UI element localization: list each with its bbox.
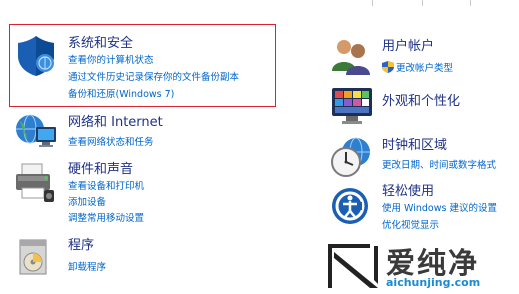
uac-shield-icon [382,61,394,73]
category-title-hardware[interactable]: 硬件和声音 [68,162,133,178]
category-title-system[interactable]: 系统和安全 [68,36,133,52]
category-title-network[interactable]: 网络和 Internet [68,115,163,131]
users-icon [332,40,370,75]
link-devices-printers[interactable]: 查看设备和打印机 [68,180,144,193]
link-network-status[interactable]: 查看网络状态和任务 [68,136,154,149]
link-change-account-type-label: 更改帐户类型 [396,63,454,74]
link-windows-recommended[interactable]: 使用 Windows 建议的设置 [382,202,497,215]
category-title-programs[interactable]: 程序 [68,238,94,254]
category-title-ease[interactable]: 轻松使用 [382,184,434,200]
link-mobility-settings[interactable]: 调整常用移动设置 [68,212,144,225]
top-divider-bar [372,0,519,6]
clock-globe-icon [331,137,370,177]
link-backup-restore[interactable]: 备份和还原(Windows 7) [68,88,174,101]
link-file-history-backup[interactable]: 通过文件历史记录保存你的文件备份副本 [68,71,239,84]
link-view-computer-status[interactable]: 查看你的计算机状态 [68,54,154,67]
category-title-appearance[interactable]: 外观和个性化 [382,94,460,110]
link-optimize-display[interactable]: 优化视觉显示 [382,219,439,232]
link-uninstall-program[interactable]: 卸载程序 [68,261,106,274]
link-change-date-time[interactable]: 更改日期、时间或数字格式 [382,159,496,172]
ease-of-access-icon [332,188,368,224]
link-add-device[interactable]: 添加设备 [68,196,106,209]
network-globe-icon [16,114,56,147]
link-change-account-type[interactable]: 更改帐户类型 [382,61,453,75]
programs-disc-icon [19,239,47,275]
category-title-clock[interactable]: 时钟和区域 [382,138,447,154]
printer-icon [16,163,54,202]
palette-monitor-icon [332,88,372,124]
shield-icon [18,36,54,76]
watermark-logo-icon [328,244,378,288]
category-title-user[interactable]: 用户帐户 [382,39,434,55]
watermark-url: aichunjing.com [386,276,481,289]
